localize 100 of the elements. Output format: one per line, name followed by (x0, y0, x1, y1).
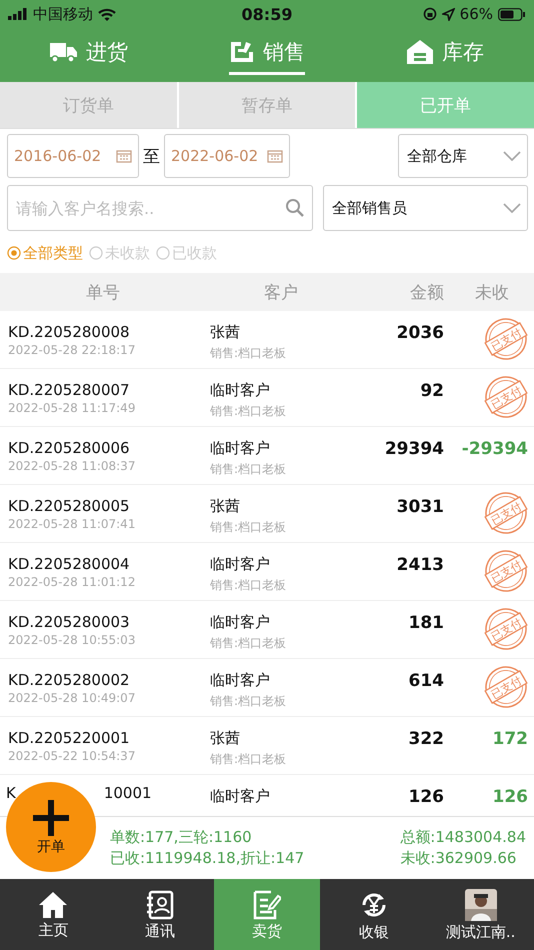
order-time: 2022-05-28 10:49:07 (8, 691, 136, 705)
order-type-tab[interactable]: 暂存单 (178, 82, 358, 128)
payment-filter-radio[interactable]: 全部类型 (7, 241, 83, 265)
home-icon (38, 890, 68, 918)
customer-name: 临时客户 (210, 439, 271, 458)
warehouse-icon (406, 38, 434, 64)
customer-name: 张茜 (210, 323, 241, 342)
customer-name: 临时客户 (210, 613, 271, 632)
battery-percent: 66% (460, 5, 493, 23)
amount: 2413 (396, 555, 445, 577)
date-field[interactable]: 2016-06-02 (7, 134, 139, 178)
paid-stamp: 已支付 (484, 317, 528, 361)
salesperson-label: 销售:档口老板 (210, 635, 288, 652)
contacts-icon (146, 890, 174, 920)
customer-search-field[interactable]: 请输入客户名搜索.. (7, 185, 313, 231)
clock-time: 08:59 (242, 4, 292, 24)
salesperson-label: 销售:档口老板 (210, 403, 288, 420)
nav-tab[interactable]: 主页 (0, 879, 107, 950)
location-arrow-icon (442, 8, 455, 20)
summary-stat: 已收:1119948.18,折让:147 (110, 849, 304, 868)
battery-icon (498, 8, 526, 20)
plus-icon (31, 798, 71, 838)
nav-tab[interactable]: 卖货 (214, 879, 320, 950)
summary-total: 未收:362909.66 (400, 849, 518, 868)
salesperson-label: 销售:档口老板 (210, 345, 288, 362)
rotation-lock-icon (422, 7, 437, 21)
paid-stamp: 已支付 (484, 607, 528, 651)
order-number: KD.2205280004 (8, 555, 131, 573)
order-time: 2022-05-22 10:54:37 (8, 749, 136, 763)
salesperson-label: 销售:档口老板 (210, 751, 288, 768)
calendar-icon (267, 149, 283, 163)
order-time: 2022-05-28 11:17:49 (8, 401, 136, 415)
order-type-tab[interactable]: 订货单 (0, 82, 179, 128)
order-number: 10001 (104, 784, 152, 802)
truck-icon (50, 40, 78, 62)
column-header: 未收 (474, 282, 510, 304)
paid-stamp: 已支付 (484, 491, 528, 535)
summary-stat: 单数:177,三轮:1160 (110, 828, 253, 847)
radio-icon (89, 246, 103, 260)
order-number: KD.2205280002 (8, 671, 131, 689)
customer-name: 临时客户 (210, 671, 271, 690)
chevron-down-icon (503, 151, 521, 161)
radio-icon (7, 246, 21, 260)
section-tab[interactable]: 进货 (0, 28, 178, 82)
unpaid-amount: -29394 (462, 439, 528, 461)
order-time: 2022-05-28 11:07:41 (8, 517, 136, 531)
amount: 3031 (396, 497, 445, 519)
customer-name: 临时客户 (210, 381, 271, 400)
order-number: KD.2205220001 (8, 729, 131, 747)
amount: 2036 (396, 323, 445, 345)
paid-stamp: 已支付 (484, 549, 528, 593)
order-time: 2022-05-28 11:08:37 (8, 459, 136, 473)
nav-tab[interactable]: 收银 (320, 879, 428, 950)
paid-stamp: 已支付 (484, 375, 528, 419)
edit-form-icon (229, 40, 255, 64)
amount: 29394 (384, 439, 445, 461)
customer-name: 临时客户 (210, 555, 271, 574)
unpaid-amount: 126 (492, 787, 528, 807)
warehouse-dropdown[interactable]: 全部仓库 (398, 134, 528, 178)
amount: 322 (408, 729, 445, 751)
customer-name: 临时客户 (210, 787, 271, 806)
paid-stamp: 已支付 (484, 665, 528, 709)
salesperson-label: 销售:档口老板 (210, 577, 288, 594)
salesperson-label: 销售:档口老板 (210, 461, 288, 478)
carrier-name: 中国移动 (33, 4, 93, 24)
order-time: 2022-05-28 22:18:17 (8, 343, 136, 357)
column-header: 客户 (263, 282, 299, 304)
calendar-icon (116, 149, 132, 163)
date-field[interactable]: 2022-06-02 (164, 134, 290, 178)
order-type-tab[interactable]: 已开单 (357, 82, 534, 128)
unpaid-amount: 172 (492, 729, 528, 751)
order-number: KD.2205280007 (8, 381, 131, 399)
amount: 92 (419, 381, 445, 403)
amount: 181 (408, 613, 445, 635)
amount: 614 (408, 671, 445, 693)
salesperson-label: 销售:档口老板 (210, 519, 288, 536)
column-header: 单号 (85, 282, 121, 304)
order-number: KD.2205280008 (8, 323, 131, 341)
salesperson-dropdown[interactable]: 全部销售员 (323, 185, 528, 231)
order-time: 2022-05-28 10:55:03 (8, 633, 136, 647)
order-number: KD.2205280005 (8, 497, 131, 515)
search-icon (285, 198, 305, 218)
nav-tab[interactable]: 测试江南.. (427, 879, 534, 950)
order-time: 2022-05-28 11:01:12 (8, 575, 136, 589)
order-number: K (6, 784, 16, 802)
customer-name: 张茜 (210, 729, 241, 748)
customer-name: 张茜 (210, 497, 241, 516)
signal-icon (8, 8, 28, 20)
section-tab[interactable]: 库存 (356, 28, 534, 82)
wifi-icon (98, 8, 116, 20)
salesperson-label: 销售:档口老板 (210, 693, 288, 710)
column-header: 金额 (409, 282, 445, 304)
amount: 126 (408, 787, 445, 807)
summary-total: 总额:1483004.84 (400, 828, 526, 847)
order-number: KD.2205280006 (8, 439, 131, 457)
nav-tab[interactable]: 通讯 (106, 879, 214, 950)
date-range-separator: 至 (143, 146, 160, 168)
document-pencil-icon (252, 890, 281, 920)
order-number: KD.2205280003 (8, 613, 131, 631)
section-tab[interactable]: 销售 (178, 28, 356, 82)
